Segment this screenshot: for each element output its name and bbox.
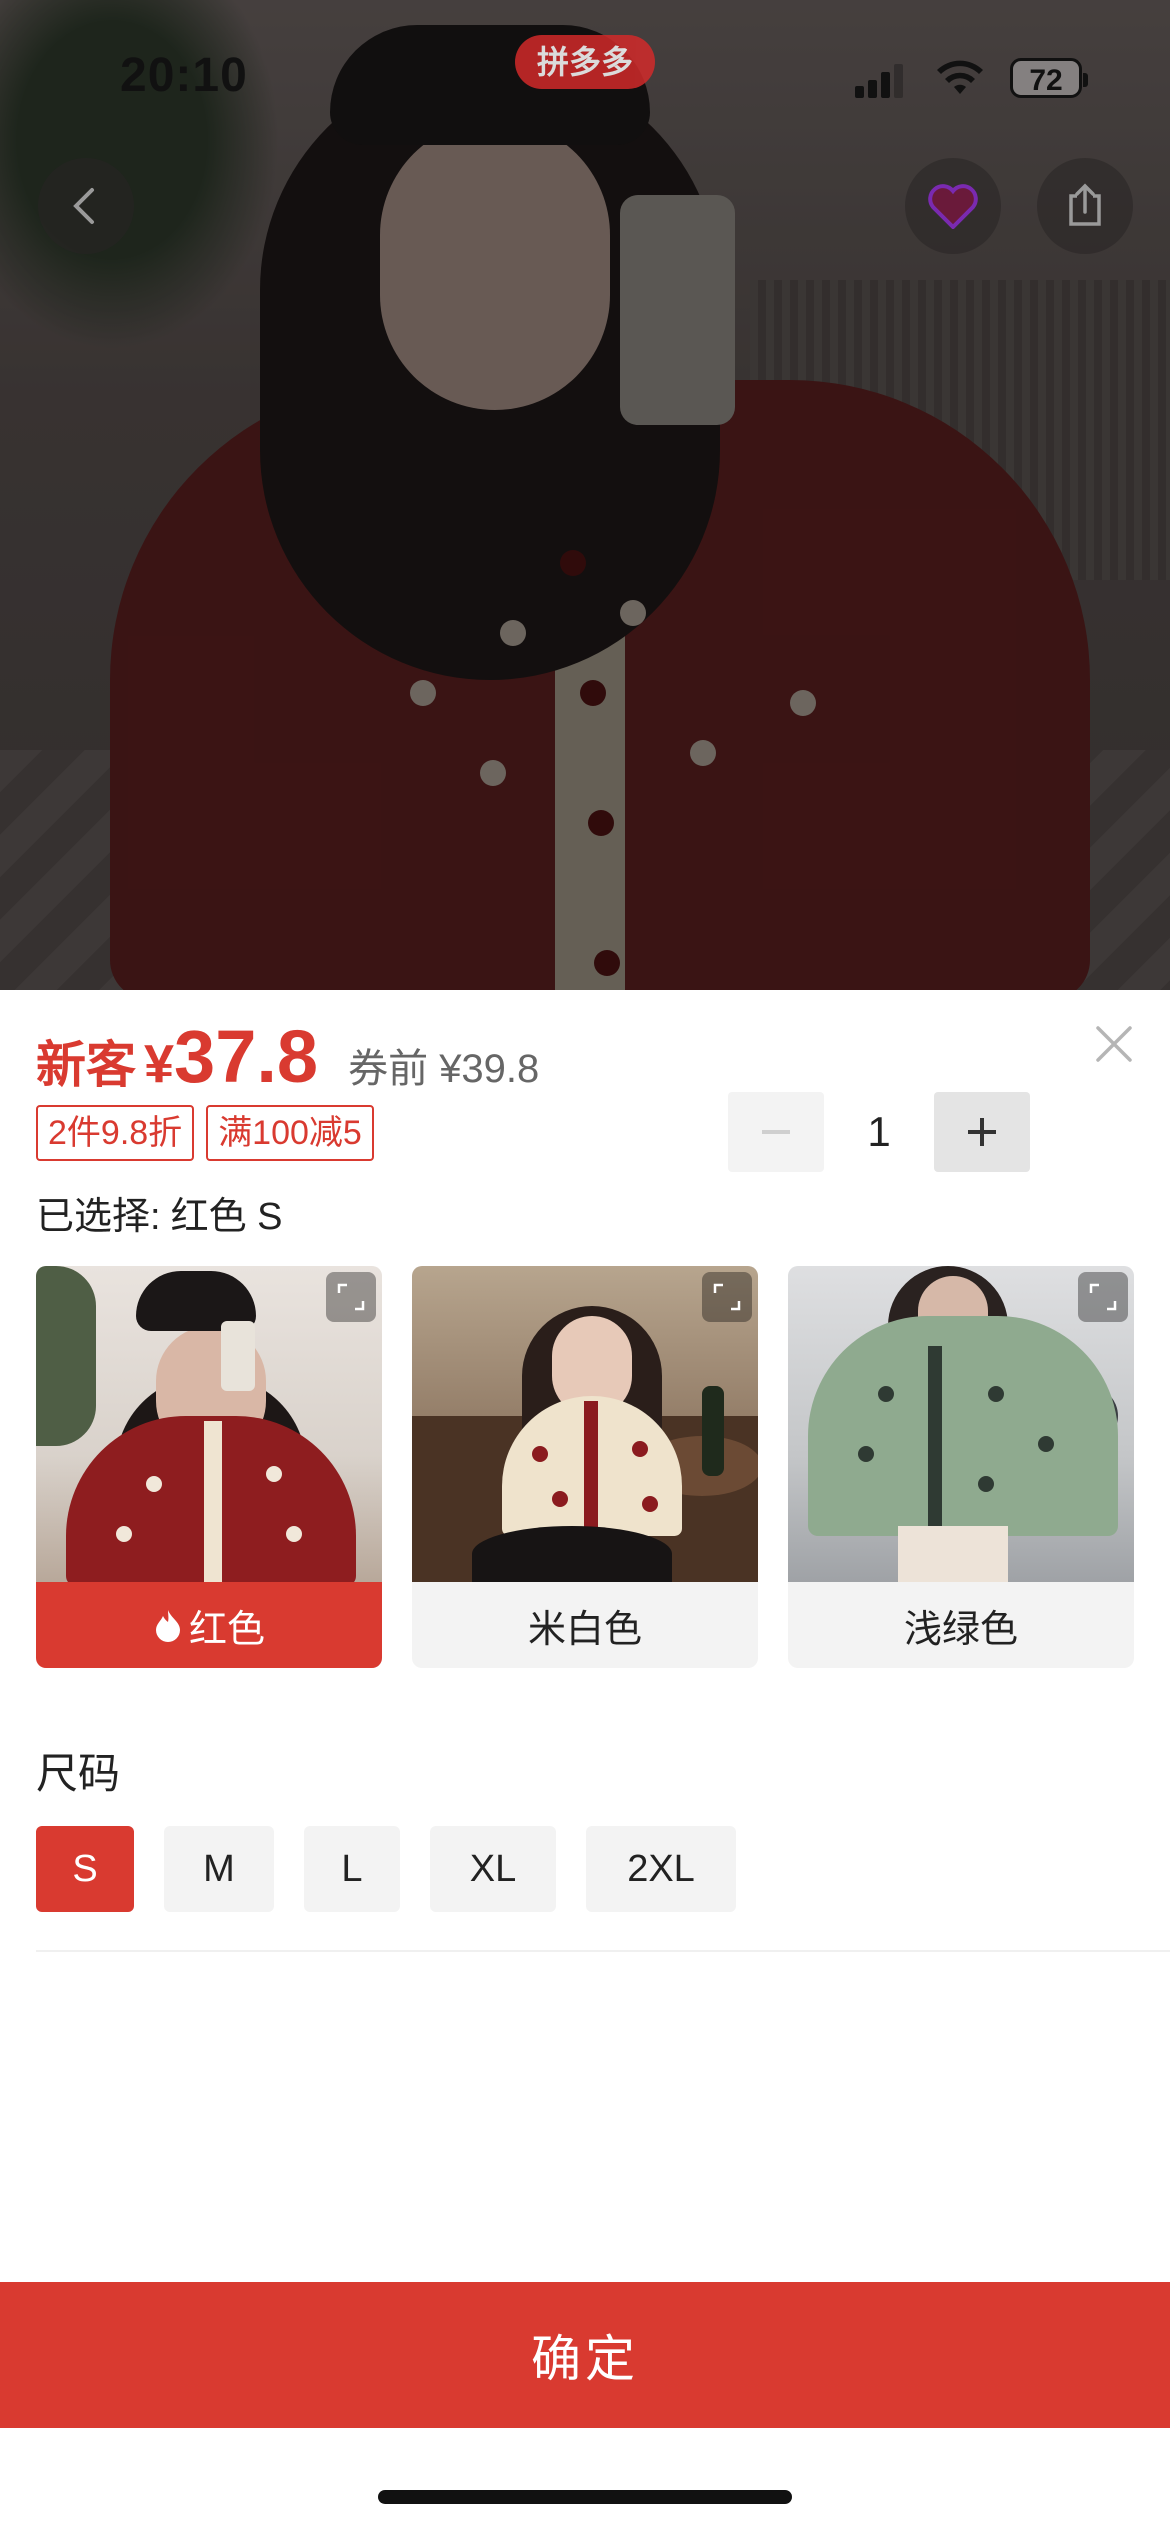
close-icon[interactable] xyxy=(1090,1020,1138,1068)
brand-badge: 拼多多 xyxy=(515,35,655,89)
heart-icon xyxy=(928,184,978,229)
status-bar: 20:10 拼多多 72 xyxy=(0,0,1170,150)
size-option-xl[interactable]: XL xyxy=(430,1826,556,1912)
promo-tag: 满100减5 xyxy=(206,1105,374,1161)
color-thumbnail xyxy=(412,1266,758,1582)
share-button[interactable] xyxy=(1037,158,1133,254)
status-time: 20:10 xyxy=(120,49,248,102)
share-icon xyxy=(1069,183,1101,226)
cellular-signal-icon xyxy=(855,62,905,98)
color-thumbnail xyxy=(788,1266,1134,1582)
size-option-l[interactable]: L xyxy=(304,1826,400,1912)
confirm-button[interactable]: 确定 xyxy=(0,2282,1170,2428)
color-label: 红色 xyxy=(36,1582,382,1668)
wifi-icon xyxy=(937,60,983,94)
selected-label: 已选择: xyxy=(36,1196,161,1238)
decrease-quantity-button[interactable] xyxy=(728,1092,824,1172)
size-section-title: 尺码 xyxy=(36,1750,121,1797)
battery-indicator: 72 xyxy=(1010,58,1088,98)
expand-icon xyxy=(713,1283,741,1311)
color-option-light-green[interactable]: 浅绿色 xyxy=(788,1266,1134,1668)
color-label: 米白色 xyxy=(412,1582,758,1668)
promo-tags: 2件9.8折 满100减5 xyxy=(36,1105,374,1161)
price-row: 新客 ¥ 37.8 券前 ¥39.8 xyxy=(36,1014,540,1098)
color-label-text: 红色 xyxy=(188,1608,265,1651)
size-option-s[interactable]: S xyxy=(36,1826,134,1912)
color-thumbnail xyxy=(36,1266,382,1582)
quantity-value[interactable]: 1 xyxy=(824,1108,934,1156)
selected-value: 红色 S xyxy=(170,1196,283,1238)
plus-icon xyxy=(968,1118,996,1146)
size-option-2xl[interactable]: 2XL xyxy=(586,1826,736,1912)
current-price: 37.8 xyxy=(174,1015,319,1098)
chevron-left-icon xyxy=(73,188,94,224)
expand-image-button[interactable] xyxy=(1078,1272,1128,1322)
divider xyxy=(36,1950,1170,1952)
color-label-text: 浅绿色 xyxy=(903,1608,1018,1651)
increase-quantity-button[interactable] xyxy=(934,1092,1030,1172)
flame-icon xyxy=(155,1610,180,1642)
color-options: 红色 米白色 浅绿色 xyxy=(36,1266,1134,1668)
quantity-stepper: 1 xyxy=(728,1092,1030,1172)
favorite-button[interactable] xyxy=(905,158,1001,254)
price-before-coupon: 券前 ¥39.8 xyxy=(348,1047,540,1091)
size-option-m[interactable]: M xyxy=(164,1826,274,1912)
expand-image-button[interactable] xyxy=(702,1272,752,1322)
selected-summary: 已选择: 红色 S xyxy=(36,1185,282,1240)
color-option-beige[interactable]: 米白色 xyxy=(412,1266,758,1668)
color-label: 浅绿色 xyxy=(788,1582,1134,1668)
currency-symbol: ¥ xyxy=(144,1034,175,1094)
expand-icon xyxy=(337,1283,365,1311)
color-option-red[interactable]: 红色 xyxy=(36,1266,382,1668)
size-options: S M L XL 2XL xyxy=(36,1826,736,1912)
promo-tag: 2件9.8折 xyxy=(36,1105,195,1161)
minus-icon xyxy=(762,1130,790,1134)
expand-image-button[interactable] xyxy=(326,1272,376,1322)
expand-icon xyxy=(1089,1283,1117,1311)
sku-selector-sheet: 新客 ¥ 37.8 券前 ¥39.8 2件9.8折 满100减5 1 已选择: 红… xyxy=(0,990,1170,2532)
home-indicator[interactable] xyxy=(378,2490,792,2504)
new-customer-label: 新客 xyxy=(36,1037,136,1093)
color-label-text: 米白色 xyxy=(527,1608,642,1651)
back-button[interactable] xyxy=(38,158,134,254)
